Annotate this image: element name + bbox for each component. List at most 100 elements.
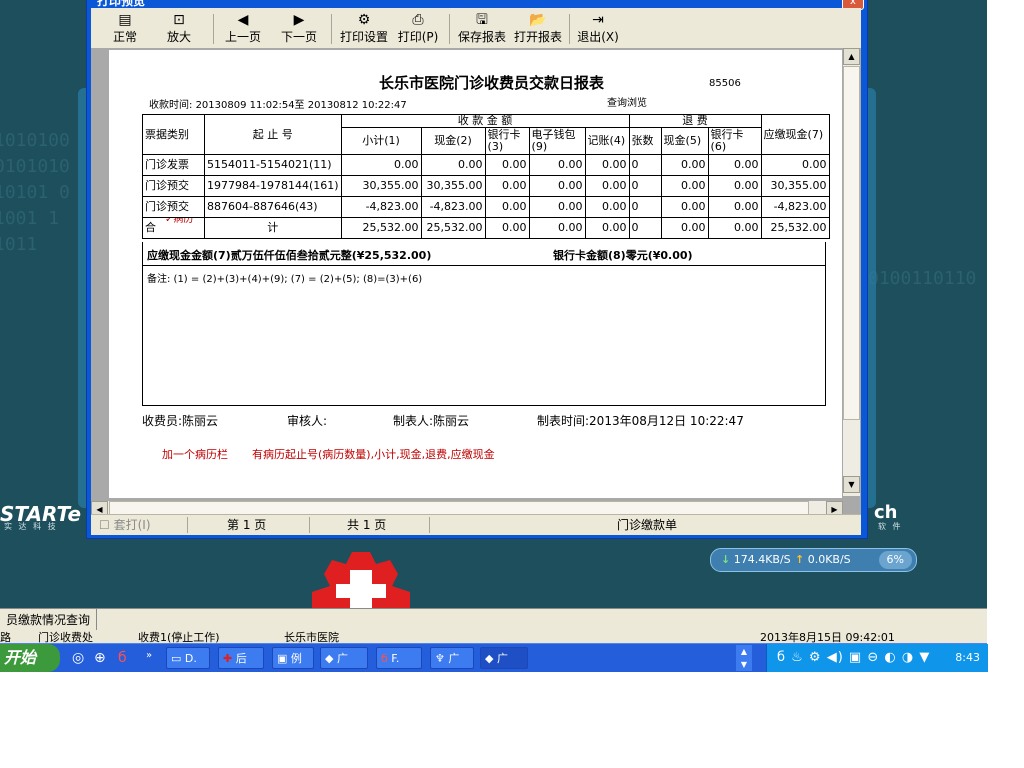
total-row: 合 ✓病历 计 25,532.00 25,532.00 0.00 0.00 0.00 0… [142,217,830,239]
bank-card-line: 银行卡金额(8)零元(¥0.00) [553,249,693,262]
toolbar-separator [331,14,332,44]
print-preview-window: 打印预览 x ▤ 正常 ⊡ 放大 ◀ 上一页 ▶ 下一页 ⚙ 打印设置 ⎙ 打印(P) 🖫 保… [86,0,868,539]
app-icon: ◆ [485,652,494,665]
taskbar-item[interactable]: ▣ 例 [272,647,314,669]
chevron-down-icon: ▼ [740,660,748,669]
prev-page-button[interactable]: ◀ 上一页 [221,12,265,44]
system-tray: б ♨ ⚙ ◀) ▣ ⊖ ◐ ◑ ▼ 8:43 [766,644,988,672]
normal-button[interactable]: ▤ 正常 [109,12,141,44]
header-due: 应缴现金(7) [760,114,830,155]
app-info-bar: 路 门诊收费处 收费1(停止工作) 长乐市医院 2013年8月15日 09:42… [0,630,987,643]
printer-icon: ⎙ [412,12,424,28]
upload-arrow-icon: ↑ [795,553,805,566]
start-button[interactable]: 开始 [0,644,60,672]
print-set-checkbox[interactable]: ☐ 套打(I) [99,515,151,535]
amount-summary-box: 应缴现金金额(7)贰万伍仟伍佰叁拾贰元整(¥25,532.00) 银行卡金额(8… [142,242,826,266]
taskbar-item[interactable]: ◆ 广 [320,647,368,669]
exit-button[interactable]: ⇥ 退出(X) [575,12,621,44]
print-button[interactable]: ⎙ 打印(P) [395,12,441,44]
query-note: 查询浏览 [607,98,647,109]
header-refund-group: 退 费 [628,114,762,128]
app-icon: ◆ [325,652,334,665]
cpu-percent: 6% [878,551,912,569]
header-range: 起 止 号 [204,114,342,155]
scroll-down-icon[interactable]: ▼ [843,476,860,493]
status-bar: ☐ 套打(I) 第 1 页 共 1 页 门诊缴款单 [91,514,861,535]
scroll-thumb[interactable] [843,66,860,420]
report-title: 长乐市医院门诊收费员交款日报表 [379,74,605,92]
desktop-pattern-left: 1010100 0101010 10101 0 1001 1 1011 [0,130,70,255]
chevron-up-icon: ▲ [740,647,748,656]
browser-icon[interactable]: ◎ [72,650,84,666]
vertical-scrollbar[interactable]: ▲ ▼ [843,48,860,496]
current-page: 第 1 页 [227,518,267,532]
collection-time: 收款时间: 20130809 11:02:54至 20130812 10:22:… [149,100,407,111]
right-arrow-icon: ▶ [293,12,305,28]
taskbar-item[interactable]: ✚ 后 [218,647,264,669]
print-setup-button[interactable]: ⚙ 打印设置 [337,12,391,44]
header-ewallet: 电子钱包(9) [528,127,586,155]
network-monitor[interactable]: ↓ 174.4KB/S ↑ 0.0KB/S 6% [710,548,917,572]
taskbar-item-active[interactable]: ◆ 广 [480,647,528,669]
checkbox-icon: ☐ [99,518,110,532]
auditor: 审核人: [287,414,328,428]
app-icon: ♆ [435,652,445,665]
save-icon: 🖫 [476,12,488,28]
table-row: 门诊发票 5154011-5154021(11) 0.00 0.00 0.00 0.0… [142,154,830,176]
scroll-up-icon[interactable]: ▲ [843,48,860,65]
cash-due-line: 应缴现金金额(7)贰万伍仟伍佰叁拾贰元整(¥25,532.00) [147,249,432,262]
desktop-pattern-right: 0100110110 [868,268,977,289]
tray-icons[interactable]: б ♨ ⚙ ◀) ▣ ⊖ ◐ ◑ ▼ [777,650,930,665]
save-report-button[interactable]: 🖫 保存报表 [455,12,509,44]
header-bankcard: 银行卡(3) [484,127,530,155]
header-cash: 现金(2) [420,127,486,155]
header-account: 记账(4) [584,127,630,155]
next-page-button[interactable]: ▶ 下一页 [277,12,321,44]
annotation-add-column: 加一个病历栏 [162,448,228,461]
header-refund-cash: 现金(5) [660,127,709,155]
zoom-button[interactable]: ⊡ 放大 [163,12,195,44]
report-page: 长乐市医院门诊收费员交款日报表 85506 收款时间: 20130809 11:… [109,50,842,498]
handwritten-note: ✓病历 [165,217,194,226]
red-cross-icon [312,552,410,608]
taskbar-item[interactable]: б F. [376,647,422,669]
ie-icon[interactable]: ⊕ [94,650,106,666]
toolbar: ▤ 正常 ⊡ 放大 ◀ 上一页 ▶ 下一页 ⚙ 打印设置 ⎙ 打印(P) 🖫 保存报表 📂 打开… [91,8,861,49]
taskbar-item[interactable]: ♆ 广 [430,647,474,669]
total-pages: 共 1 页 [347,518,387,532]
header-amount-group: 收 款 金 额 [340,114,630,128]
exit-icon: ⇥ [592,12,604,28]
folder-icon: ▭ [171,652,182,665]
report-table: 票据类别 起 止 号 收 款 金 额 退 费 应缴现金(7) 小计(1) 现金(… [142,114,830,239]
report-code: 85506 [709,78,741,89]
remark-text: 备注: (1) = (2)+(3)+(4)+(9); (7) = (2)+(5)… [147,274,423,285]
taskbar-scroll[interactable]: ▲ ▼ [736,645,752,671]
folder-open-icon: 📂 [529,12,547,28]
payment-query-tab[interactable]: 员缴款情况查询 [0,609,98,631]
more-icon[interactable]: » [146,650,152,661]
toolbar-separator [569,14,570,44]
app-icon: ▣ [277,652,288,665]
startech-logo-subtitle: 实 达 科 技 [4,522,58,531]
zoom-icon: ⊡ [173,12,185,28]
app-status-bar: 员缴款情况查询 [0,608,987,631]
taskbar-item[interactable]: ▭ D. [166,647,210,669]
weibo-icon: б [381,652,388,665]
weibo-icon[interactable]: б [118,650,127,666]
toolbar-separator [449,14,450,44]
tech-logo-subtitle: 软 件 [878,522,903,531]
table-row: 门诊预交 1977984-1978144(161) 30,355.00 30,355… [142,175,830,197]
maker: 制表人:陈丽云 [393,414,470,428]
cross-icon: ✚ [223,652,233,665]
header-subtotal: 小计(1) [340,127,422,155]
download-arrow-icon: ↓ [721,553,731,566]
open-report-button[interactable]: 📂 打开报表 [511,12,565,44]
header-count: 张数 [628,127,662,155]
print-setup-icon: ⚙ [357,12,371,28]
cashier: 收费员:陈丽云 [142,414,219,428]
document-name: 门诊缴款单 [617,518,678,532]
preview-area: 长乐市医院门诊收费员交款日报表 85506 收款时间: 20130809 11:… [91,48,861,520]
page-icon: ▤ [118,12,132,28]
remark-box: 备注: (1) = (2)+(3)+(4)+(9); (7) = (2)+(5)… [142,266,826,406]
header-type: 票据类别 [142,114,205,155]
